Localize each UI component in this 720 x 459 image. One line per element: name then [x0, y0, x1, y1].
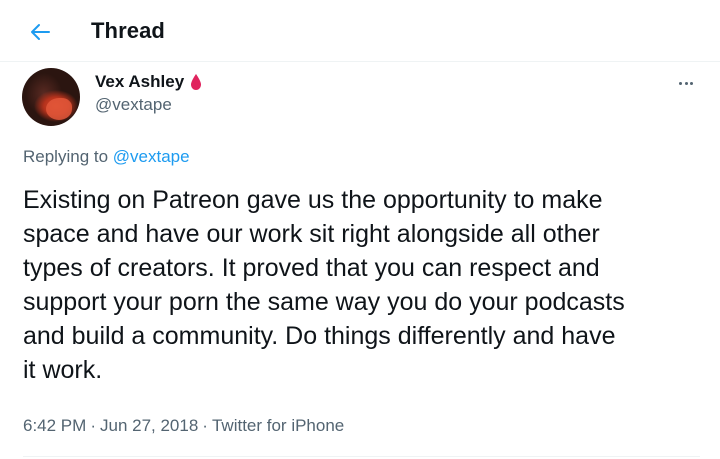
meta-separator: ·: [90, 416, 96, 435]
arrow-left-icon: [31, 24, 50, 40]
avatar-image-detail: [46, 98, 72, 120]
author-name-row: Vex Ashley: [95, 72, 202, 92]
tweet-source[interactable]: Twitter for iPhone: [212, 416, 344, 435]
replying-to: Replying to @vextape: [23, 147, 190, 167]
page-title: Thread: [91, 18, 165, 43]
divider: [23, 456, 700, 457]
meta-separator: ·: [202, 416, 208, 435]
tweet-timestamp-time[interactable]: 6:42 PM: [23, 416, 86, 435]
tweet: Vex Ashley @vextape Replying to @vextape…: [0, 62, 720, 459]
replying-handle-link[interactable]: @vextape: [113, 147, 190, 166]
blood-drop-icon: [191, 74, 202, 90]
tweet-text: Existing on Patreon gave us the opportun…: [23, 186, 625, 384]
replying-prefix: Replying to: [23, 147, 109, 166]
author-display-name[interactable]: Vex Ashley: [95, 72, 184, 92]
tweet-timestamp-date[interactable]: Jun 27, 2018: [100, 416, 198, 435]
more-options-button[interactable]: [672, 72, 700, 94]
more-horizontal-icon: [679, 81, 683, 85]
avatar[interactable]: [22, 68, 80, 126]
tweet-author: Vex Ashley @vextape: [95, 72, 202, 115]
author-handle[interactable]: @vextape: [95, 95, 202, 115]
tweet-meta: 6:42 PM · Jun 27, 2018 · Twitter for iPhone: [23, 416, 344, 436]
back-button[interactable]: [26, 19, 54, 45]
thread-header: Thread: [0, 0, 720, 62]
